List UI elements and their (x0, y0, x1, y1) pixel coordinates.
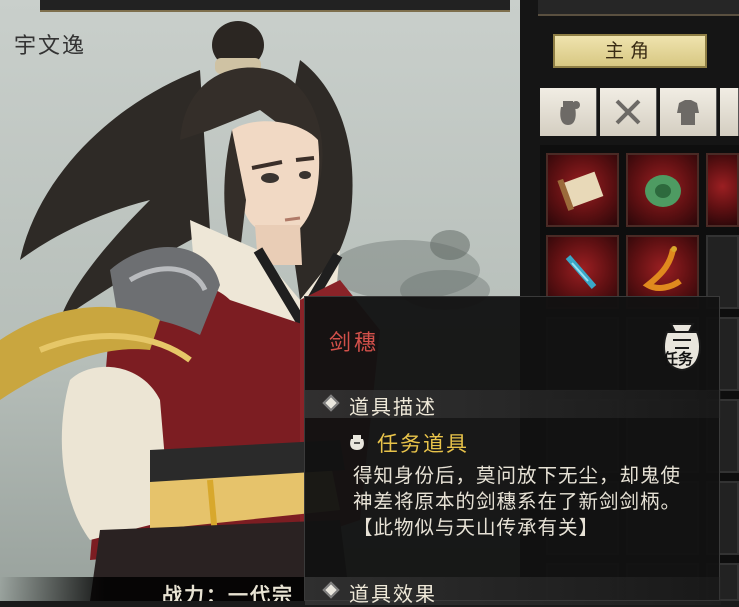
top-frame (40, 0, 510, 12)
quest-badge: 任务 (655, 312, 709, 376)
item-name: 剑穗 (329, 331, 380, 356)
tab-protagonist[interactable]: 主角 (553, 34, 707, 68)
armor-icon (677, 100, 699, 125)
category-more[interactable] (720, 88, 739, 136)
inventory-top-frame (538, 0, 739, 16)
item-tooltip: 剑穗 任务 道具描述 任务道具 得知身份后，莫问放下无尘，却鬼使神差将原本的剑穗… (304, 296, 721, 606)
bag-icon (560, 101, 580, 125)
crossed-swords-icon (615, 99, 641, 125)
effect-header-label: 道具效果 (349, 582, 437, 606)
diamond-bullet-icon (322, 581, 340, 599)
item-slot-book[interactable] (706, 153, 739, 227)
item-slot-scroll[interactable] (546, 153, 619, 227)
jade-pendant-icon (645, 175, 681, 207)
category-armor[interactable] (660, 88, 717, 136)
item-description: 得知身份后，莫问放下无尘，却鬼使神差将原本的剑穗系在了新剑剑柄。【此物似与天山传… (353, 464, 682, 539)
character-name: 宇文逸 (14, 34, 87, 59)
category-tabs (540, 88, 739, 136)
item-slot-jade[interactable] (626, 153, 699, 227)
item-type-label: 任务道具 (377, 432, 469, 456)
scroll-icon (557, 171, 604, 211)
category-weapons[interactable] (600, 88, 657, 136)
combat-power-label: 战力：一代宗 (162, 583, 294, 601)
category-consumables[interactable] (540, 88, 597, 136)
quest-item-icon (350, 435, 364, 450)
description-section-header: 道具描述 (305, 390, 721, 419)
description-header-label: 道具描述 (349, 395, 437, 419)
diamond-bullet-icon (322, 394, 340, 412)
quest-badge-label: 任务 (663, 350, 694, 368)
